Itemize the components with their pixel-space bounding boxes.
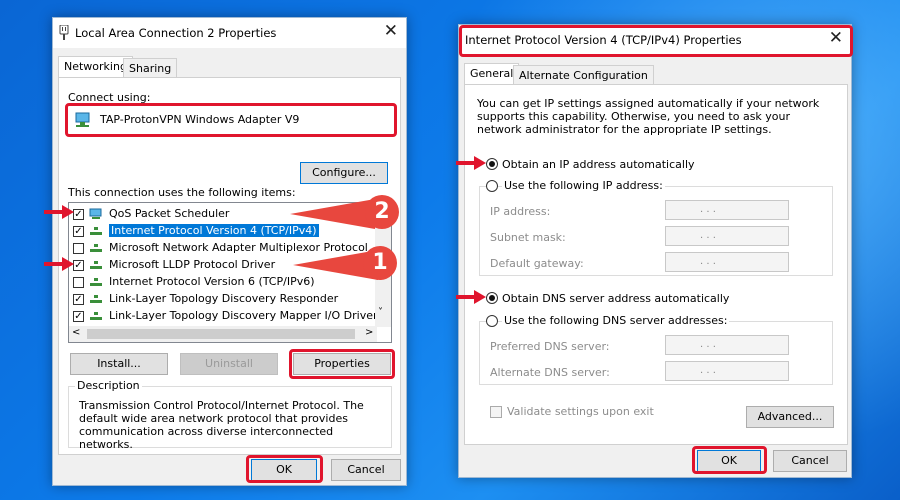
tab-networking[interactable]: Networking	[58, 56, 133, 78]
item-label: Internet Protocol Version 4 (TCP/IPv4)	[109, 224, 319, 237]
title-bar: Local Area Connection 2 Properties ✕	[53, 18, 406, 48]
checkbox[interactable]	[73, 277, 84, 288]
pointer-arrow	[44, 205, 74, 219]
advanced-button[interactable]: Advanced...	[746, 406, 834, 428]
ip-address-field: . . .	[665, 200, 789, 220]
tab-general[interactable]: General	[464, 63, 520, 85]
description-group: Description Transmission Control Protoco…	[68, 379, 392, 451]
validate-label: Validate settings upon exit	[507, 405, 654, 418]
scroll-thumb[interactable]	[87, 329, 355, 339]
ip-separator: . . .	[700, 230, 716, 241]
pointer-arrow	[44, 257, 74, 271]
obtain-ip-auto-radio[interactable]	[486, 158, 498, 170]
checkbox[interactable]: ✓	[73, 209, 84, 220]
preferred-dns-label: Preferred DNS server:	[490, 340, 610, 353]
item-label: Link-Layer Topology Discovery Responder	[109, 292, 339, 305]
callout-number-1: 1	[363, 246, 397, 280]
network-icon	[90, 261, 102, 269]
item-label: Internet Protocol Version 6 (TCP/IPv6)	[109, 275, 315, 288]
items-label: This connection uses the following items…	[68, 186, 296, 199]
checkbox[interactable]: ✓	[73, 226, 84, 237]
adapter-highlight	[65, 103, 397, 137]
preferred-dns-field: . . .	[665, 335, 789, 355]
subnet-mask-field: . . .	[665, 226, 789, 246]
cancel-button[interactable]: Cancel	[773, 450, 847, 472]
static-dns-group: Use the following DNS server addresses: …	[479, 314, 833, 385]
close-icon[interactable]: ✕	[384, 21, 398, 41]
use-following-dns-radio[interactable]	[486, 315, 498, 327]
item-label: Link-Layer Topology Discovery Mapper I/O…	[109, 309, 378, 322]
use-following-dns-label: Use the following DNS server addresses:	[502, 314, 730, 327]
network-icon	[90, 312, 102, 320]
default-gateway-label: Default gateway:	[490, 257, 584, 270]
checkbox[interactable]	[73, 243, 84, 254]
chevron-left-icon[interactable]: <	[72, 327, 80, 338]
obtain-dns-auto-radio[interactable]	[486, 292, 498, 304]
alternate-dns-label: Alternate DNS server:	[490, 366, 610, 379]
ipv4-properties-dialog: Internet Protocol Version 4 (TCP/IPv4) P…	[458, 24, 853, 478]
uninstall-button: Uninstall	[180, 353, 278, 375]
pointer-arrow	[456, 156, 486, 170]
checkbox[interactable]: ✓	[73, 311, 84, 322]
ip-separator: . . .	[700, 365, 716, 376]
use-following-ip-label: Use the following IP address:	[502, 179, 665, 192]
description-text: Transmission Control Protocol/Internet P…	[79, 399, 364, 451]
ip-separator: . . .	[700, 339, 716, 350]
item-label: QoS Packet Scheduler	[109, 207, 230, 220]
obtain-ip-auto-label: Obtain an IP address automatically	[502, 158, 695, 171]
ok-highlight	[692, 446, 767, 474]
validate-checkbox	[490, 406, 502, 418]
network-icon	[90, 227, 102, 235]
properties-highlight	[289, 349, 395, 379]
install-button[interactable]: Install...	[70, 353, 168, 375]
chevron-right-icon[interactable]: >	[365, 327, 373, 338]
ip-separator: . . .	[700, 256, 716, 267]
pointer-arrow	[456, 290, 486, 304]
intro-text: You can get IP settings assigned automat…	[477, 97, 820, 136]
checkbox[interactable]: ✓	[73, 294, 84, 305]
default-gateway-field: . . .	[665, 252, 789, 272]
dialog-title: Local Area Connection 2 Properties	[75, 26, 277, 40]
network-icon	[89, 208, 102, 219]
network-adapter-icon	[59, 25, 69, 40]
horizontal-scrollbar[interactable]: < >	[69, 326, 377, 342]
obtain-dns-auto-label: Obtain DNS server address automatically	[502, 292, 730, 305]
configure-button[interactable]: Configure...	[300, 162, 388, 184]
ip-separator: . . .	[700, 204, 716, 215]
description-title: Description	[75, 379, 142, 392]
checkbox[interactable]: ✓	[73, 260, 84, 271]
use-following-ip-radio[interactable]	[486, 180, 498, 192]
static-ip-group: Use the following IP address: IP address…	[479, 179, 833, 276]
list-item[interactable]: ✓ Link-Layer Topology Discovery Mapper I…	[73, 308, 378, 325]
ip-address-label: IP address:	[490, 205, 551, 218]
cancel-button[interactable]: Cancel	[331, 459, 401, 481]
network-icon	[90, 244, 102, 252]
tab-sharing[interactable]: Sharing	[123, 58, 178, 78]
list-item[interactable]: ✓ Link-Layer Topology Discovery Responde…	[73, 291, 373, 308]
general-panel: You can get IP settings assigned automat…	[464, 84, 848, 445]
network-icon	[90, 278, 102, 286]
title-highlight	[459, 25, 853, 57]
alternate-dns-field: . . .	[665, 361, 789, 381]
callout-number-2: 2	[365, 195, 399, 229]
network-icon	[90, 295, 102, 303]
chevron-down-icon[interactable]: ˅	[378, 307, 383, 318]
subnet-mask-label: Subnet mask:	[490, 231, 566, 244]
ok-highlight	[246, 455, 323, 483]
tab-alternate-configuration[interactable]: Alternate Configuration	[513, 65, 654, 85]
item-label: Microsoft LLDP Protocol Driver	[109, 258, 276, 271]
